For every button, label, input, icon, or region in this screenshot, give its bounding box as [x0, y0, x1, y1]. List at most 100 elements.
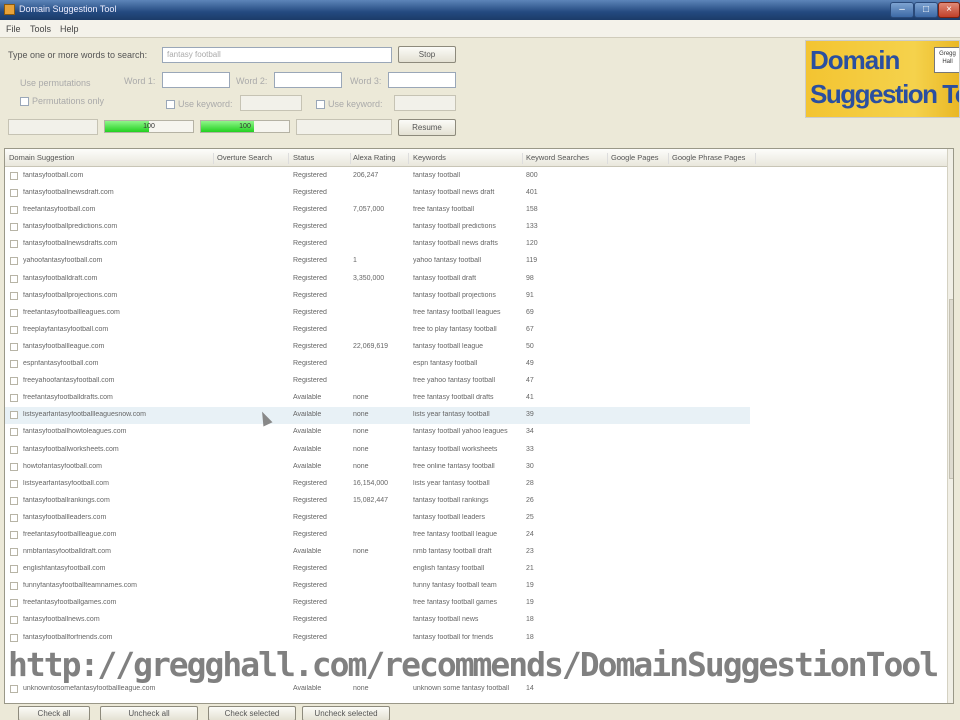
- table-row[interactable]: fantasyfootballnewsdrafts.com Registered f…: [5, 236, 750, 253]
- table-row[interactable]: freefantasyfootballgames.com Registered fr…: [5, 595, 750, 612]
- table-row[interactable]: freeplayfantasyfootball.com Registered fre…: [5, 322, 750, 339]
- search-input[interactable]: fantasy football: [162, 47, 392, 63]
- status-cell: Available: [293, 394, 322, 402]
- row-checkbox[interactable]: [10, 428, 18, 437]
- table-row[interactable]: fantasyfootballnews.com Registered fantasy…: [5, 612, 750, 629]
- row-checkbox[interactable]: [10, 189, 18, 198]
- row-checkbox[interactable]: [10, 172, 18, 180]
- row-checkbox[interactable]: [10, 616, 18, 625]
- row-checkbox[interactable]: [10, 342, 18, 351]
- column-header-keywords[interactable]: Keywords: [413, 153, 523, 164]
- row-checkbox[interactable]: [10, 684, 18, 693]
- row-checkbox[interactable]: [10, 565, 18, 574]
- uncheck-selected-button[interactable]: Uncheck selected: [302, 706, 390, 720]
- row-checkbox[interactable]: [10, 325, 18, 334]
- check-selected-button[interactable]: Check selected: [208, 706, 296, 720]
- stop-button[interactable]: Stop: [398, 46, 456, 63]
- table-row[interactable]: freefantasyfootball.com Registered 7,057,0…: [5, 202, 750, 219]
- row-checkbox[interactable]: [10, 257, 18, 266]
- row-checkbox[interactable]: [10, 599, 18, 608]
- table-row[interactable]: listsyearfantasyfootball.com Registered 16…: [5, 476, 750, 493]
- keyword-1-input[interactable]: [240, 95, 302, 111]
- table-row[interactable]: freefantasyfootballdrafts.com Available no…: [5, 390, 750, 407]
- row-checkbox[interactable]: [10, 462, 18, 471]
- keyword-searches-cell: 18: [526, 633, 534, 641]
- maximize-button[interactable]: □: [914, 2, 938, 18]
- row-checkbox[interactable]: [10, 513, 18, 522]
- keywords-cell: fantasy football predictions: [413, 223, 496, 231]
- menu-tools[interactable]: Tools: [30, 24, 51, 34]
- table-row[interactable]: freeyahoofantasyfootball.com Registered fr…: [5, 373, 750, 390]
- column-header-status[interactable]: Status: [293, 153, 351, 164]
- row-checkbox[interactable]: [10, 377, 18, 386]
- menu-help[interactable]: Help: [60, 24, 79, 34]
- table-row[interactable]: nmbfantasyfootballdraft.com Available none…: [5, 544, 750, 561]
- table-row[interactable]: fantasyfootballrankings.com Registered 15,…: [5, 493, 750, 510]
- table-row[interactable]: englishfantasyfootball.com Registered engl…: [5, 561, 750, 578]
- row-checkbox[interactable]: [10, 291, 18, 300]
- use-keyword-1-checkbox[interactable]: [166, 100, 175, 109]
- column-header-keyword-searches[interactable]: Keyword Searches: [526, 153, 608, 164]
- table-row[interactable]: freefantasyfootballleagues.com Registered…: [5, 305, 750, 322]
- uncheck-all-button[interactable]: Uncheck all: [100, 706, 198, 720]
- keyword-2-input[interactable]: [394, 95, 456, 111]
- close-button[interactable]: ×: [938, 2, 960, 18]
- row-checkbox[interactable]: [10, 206, 18, 215]
- row-checkbox[interactable]: [10, 274, 18, 283]
- use-permutations-label: Use permutations: [20, 78, 91, 88]
- scrollbar-thumb[interactable]: [949, 299, 953, 479]
- table-row[interactable]: fantasyfootball.com Registered 206,247 fant…: [5, 168, 750, 185]
- row-checkbox[interactable]: [10, 308, 18, 317]
- table-row[interactable]: fantasyfootballpredictions.com Registered…: [5, 219, 750, 236]
- column-header-alexa[interactable]: Alexa Rating: [353, 153, 409, 164]
- row-checkbox[interactable]: [10, 548, 18, 557]
- domain-cell: fantasyfootballworksheets.com: [23, 445, 119, 453]
- keyword-searches-cell: 50: [526, 342, 534, 350]
- table-row[interactable]: espnfantasyfootball.com Registered espn fa…: [5, 356, 750, 373]
- column-header-google-phrase-pages[interactable]: Google Phrase Pages: [672, 153, 756, 164]
- status-cell: Registered: [293, 565, 327, 573]
- row-checkbox[interactable]: [10, 240, 18, 249]
- menu-file[interactable]: File: [6, 24, 21, 34]
- row-checkbox[interactable]: [10, 445, 18, 454]
- minimize-button[interactable]: –: [890, 2, 914, 18]
- table-row[interactable]: listsyearfantasyfootballleaguesnow.com Av…: [5, 407, 750, 425]
- word3-input[interactable]: [388, 72, 456, 88]
- column-header-overture[interactable]: Overture Search: [217, 153, 289, 164]
- row-checkbox[interactable]: [10, 394, 18, 403]
- column-header-google-pages[interactable]: Google Pages: [611, 153, 669, 164]
- table-row[interactable]: fantasyfootballleague.com Registered 22,06…: [5, 339, 750, 356]
- table-row[interactable]: fantasyfootballdraft.com Registered 3,350,…: [5, 271, 750, 288]
- table-row[interactable]: freefantasyfootballleague.com Registered f…: [5, 527, 750, 544]
- word1-input[interactable]: [162, 72, 230, 88]
- status-cell: Registered: [293, 223, 327, 231]
- table-row[interactable]: funnyfantasyfootballteamnames.com Registe…: [5, 578, 750, 595]
- row-checkbox[interactable]: [10, 582, 18, 591]
- column-header-domain[interactable]: Domain Suggestion: [9, 153, 214, 164]
- row-checkbox[interactable]: [10, 411, 18, 420]
- row-checkbox[interactable]: [10, 360, 18, 369]
- check-all-button[interactable]: Check all: [18, 706, 90, 720]
- domain-cell: englishfantasyfootball.com: [23, 565, 106, 573]
- alexa-cell: 3,350,000: [353, 274, 385, 282]
- status-cell: Registered: [293, 360, 327, 368]
- table-row[interactable]: fantasyfootballleaders.com Registered fant…: [5, 510, 750, 527]
- row-checkbox[interactable]: [10, 479, 18, 488]
- vertical-scrollbar[interactable]: [947, 149, 953, 703]
- table-row[interactable]: fantasyfootballprojections.com Registered…: [5, 288, 750, 305]
- row-checkbox[interactable]: [10, 223, 18, 232]
- row-checkbox[interactable]: [10, 496, 18, 505]
- table-row[interactable]: yahoofantasyfootball.com Registered 1 yahoo…: [5, 253, 750, 270]
- use-keyword-2-checkbox[interactable]: [316, 100, 325, 109]
- alexa-cell: none: [353, 684, 369, 692]
- word2-input[interactable]: [274, 72, 342, 88]
- table-row[interactable]: howtofantasyfootball.com Available none fre…: [5, 459, 750, 476]
- row-checkbox[interactable]: [10, 530, 18, 539]
- table-row[interactable]: fantasyfootballnewsdraft.com Registered fa…: [5, 185, 750, 202]
- row-checkbox[interactable]: [10, 633, 18, 642]
- permutations-only-checkbox[interactable]: [20, 97, 29, 106]
- use-keyword-1-label: Use keyword:: [178, 99, 233, 109]
- table-row[interactable]: fantasyfootballhowtoleagues.com Available…: [5, 424, 750, 441]
- resume-button[interactable]: Resume: [398, 119, 456, 136]
- table-row[interactable]: fantasyfootballworksheets.com Available no…: [5, 442, 750, 459]
